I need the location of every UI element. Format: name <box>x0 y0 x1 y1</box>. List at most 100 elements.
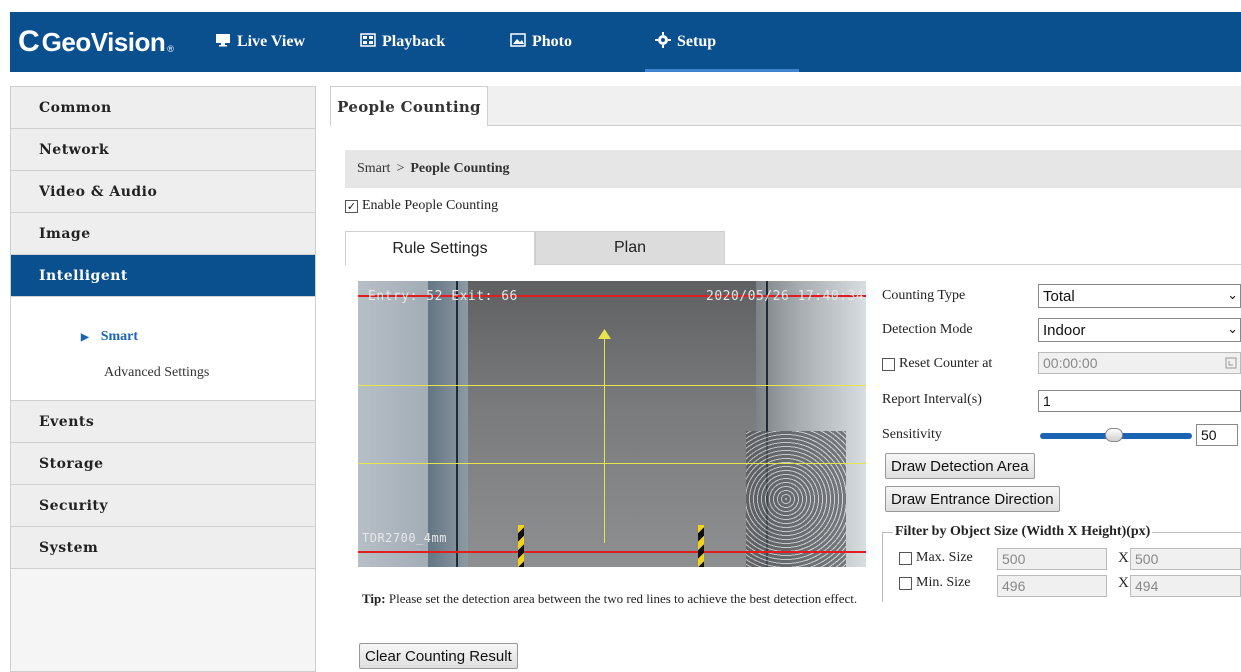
nav-photo-label: Photo <box>532 33 572 50</box>
preview-safety-cone <box>698 525 704 567</box>
camera-preview[interactable]: Entry: 52 Exit: 66 2020/05/26 17:40:34 T… <box>358 281 866 567</box>
tip-message: Please set the detection area between th… <box>388 591 858 606</box>
enable-people-counting-label: Enable People Counting <box>362 198 499 213</box>
preview-left-panel <box>358 281 428 567</box>
tab-rule-settings[interactable]: Rule Settings <box>345 231 535 266</box>
detection-area-bottom-edge <box>358 463 866 464</box>
max-size-height-value: 500 <box>1135 551 1159 567</box>
min-size-height-input[interactable]: 494 <box>1130 575 1241 597</box>
submenu-item-advanced-settings[interactable]: Advanced Settings <box>11 355 315 391</box>
enable-people-counting-checkbox[interactable]: ✓ <box>345 199 358 213</box>
max-size-width-input[interactable]: 500 <box>997 548 1107 570</box>
preview-cables <box>746 431 846 567</box>
sensitivity-value-input[interactable]: 50 <box>1196 424 1238 446</box>
geovision-logo-mark-icon: C <box>18 25 40 58</box>
image-icon <box>510 32 526 52</box>
sensitivity-slider-handle[interactable] <box>1105 428 1123 442</box>
reset-counter-time-value: 00:00:00 <box>1043 355 1098 371</box>
nav-live-view[interactable]: Live View <box>215 12 305 72</box>
entrance-direction-line <box>604 333 605 543</box>
preview-left-rail <box>456 281 458 567</box>
breadcrumb-current: People Counting <box>410 161 510 176</box>
min-size-separator: X <box>1118 575 1129 591</box>
chevron-down-icon: ⌄ <box>1227 288 1238 303</box>
camera-model-overlay: TDR2700_4mm <box>362 531 447 545</box>
reset-counter-label: Reset Counter at <box>899 356 993 371</box>
detection-area-top-edge <box>358 385 866 386</box>
sidebar-item-image[interactable]: Image <box>11 213 315 255</box>
lower-red-limit-line <box>358 551 866 553</box>
tip-label: Tip: <box>362 591 386 606</box>
object-size-filter-legend: Filter by Object Size (Width X Height)(p… <box>893 524 1153 540</box>
report-interval-input[interactable]: 1 <box>1038 390 1241 412</box>
preview-safety-cone <box>518 525 524 567</box>
reset-counter-checkbox[interactable] <box>882 357 895 371</box>
report-interval-value: 1 <box>1043 393 1051 409</box>
caret-right-icon: ▶ <box>81 331 89 343</box>
sensitivity-value: 50 <box>1201 427 1217 443</box>
preview-floor <box>448 281 778 567</box>
report-interval-label: Report Interval(s) <box>882 392 982 407</box>
filmstrip-icon <box>360 32 376 52</box>
monitor-icon <box>215 33 231 52</box>
tip-text: Tip: Please set the detection area betwe… <box>362 581 862 616</box>
min-size-width-input[interactable]: 496 <box>997 575 1107 597</box>
nav-playback[interactable]: Playback <box>360 12 445 72</box>
max-size-width-value: 500 <box>1002 551 1026 567</box>
breadcrumb-separator: > <box>396 161 405 176</box>
counting-type-select[interactable]: Total ⌄ <box>1038 284 1241 308</box>
sidebar-item-system[interactable]: System <box>11 527 315 569</box>
brand-name: GeoVision <box>41 26 166 57</box>
top-header: C GeoVision ® Live View Playback Photo S… <box>10 12 1241 72</box>
chevron-down-icon: ⌄ <box>1227 322 1238 337</box>
detection-mode-select[interactable]: Indoor ⌄ <box>1038 318 1241 342</box>
breadcrumb: Smart > People Counting <box>345 150 1241 188</box>
trademark-icon: ® <box>167 44 174 54</box>
draw-detection-area-button[interactable]: Draw Detection Area <box>885 453 1035 479</box>
sidebar-item-storage[interactable]: Storage <box>11 443 315 485</box>
sidebar-item-common[interactable]: Common <box>11 87 315 129</box>
tab-plan[interactable]: Plan <box>535 231 725 265</box>
max-size-row[interactable]: Max. Size <box>899 550 973 566</box>
min-size-checkbox[interactable] <box>899 576 912 590</box>
detection-mode-label: Detection Mode <box>882 322 973 337</box>
clock-icon <box>1225 357 1237 369</box>
reset-counter-time-input[interactable]: 00:00:00 <box>1038 352 1241 374</box>
breadcrumb-parent: Smart <box>357 161 391 176</box>
nav-playback-label: Playback <box>382 33 446 50</box>
sensitivity-label: Sensitivity <box>882 427 942 442</box>
sidebar-item-video-audio[interactable]: Video & Audio <box>11 171 315 213</box>
min-size-label: Min. Size <box>916 575 971 590</box>
counting-type-value: Total <box>1043 287 1075 305</box>
gear-icon <box>655 31 671 53</box>
draw-entrance-direction-button[interactable]: Draw Entrance Direction <box>885 486 1060 512</box>
min-size-height-value: 494 <box>1135 578 1159 594</box>
nav-setup-label: Setup <box>677 33 717 50</box>
active-nav-indicator <box>645 69 800 72</box>
min-size-row[interactable]: Min. Size <box>899 575 970 591</box>
entrance-direction-arrow-icon <box>598 329 611 339</box>
main-tab-bar: People Counting <box>330 86 1241 126</box>
tab-people-counting[interactable]: People Counting <box>330 86 488 126</box>
nav-setup[interactable]: Setup <box>645 12 800 72</box>
sidebar-item-events[interactable]: Events <box>11 401 315 443</box>
sidebar-item-security[interactable]: Security <box>11 485 315 527</box>
max-size-separator: X <box>1118 550 1129 566</box>
nav-photo[interactable]: Photo <box>510 12 572 72</box>
counts-overlay: Entry: 52 Exit: 66 <box>368 289 518 304</box>
sidebar-item-network[interactable]: Network <box>11 129 315 171</box>
intelligent-submenu: ▶ Smart Advanced Settings <box>11 297 315 401</box>
max-size-checkbox[interactable] <box>899 551 912 565</box>
submenu-item-smart[interactable]: ▶ Smart <box>11 319 315 355</box>
clear-counting-result-button[interactable]: Clear Counting Result <box>359 643 518 669</box>
sidebar-item-intelligent[interactable]: Intelligent <box>11 255 315 297</box>
counting-type-label: Counting Type <box>882 288 966 303</box>
max-size-label: Max. Size <box>916 550 973 565</box>
detection-mode-value: Indoor <box>1043 321 1086 339</box>
reset-counter-row[interactable]: Reset Counter at <box>882 356 992 372</box>
submenu-item-smart-label: Smart <box>100 329 139 344</box>
rule-subtabs: Rule Settings Plan <box>345 231 1241 266</box>
nav-live-view-label: Live View <box>237 33 305 50</box>
max-size-height-input[interactable]: 500 <box>1130 548 1241 570</box>
enable-people-counting-row[interactable]: ✓ Enable People Counting <box>345 198 498 214</box>
